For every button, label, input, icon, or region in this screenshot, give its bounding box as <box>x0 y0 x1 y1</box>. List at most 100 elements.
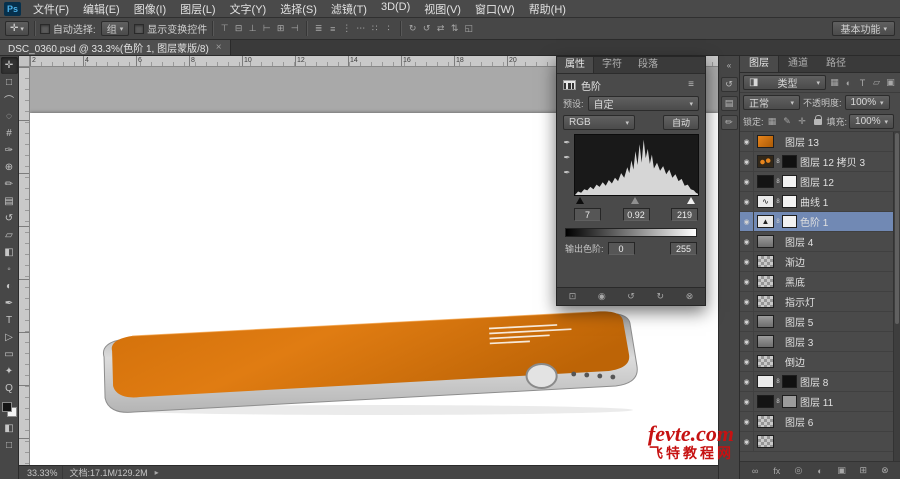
layer-thumbnail[interactable] <box>757 275 774 288</box>
visibility-eye-icon[interactable]: ◉ <box>740 292 754 311</box>
show-transform-option[interactable]: 显示变换控件 <box>134 21 207 36</box>
color-swatches[interactable] <box>2 402 17 417</box>
3d-drag-icon[interactable]: ⇄ <box>434 22 447 35</box>
layer-row[interactable]: ◉ <box>740 432 893 452</box>
layer-row[interactable]: ◉ 倒边 <box>740 352 893 372</box>
align-bottom-edges-icon[interactable]: ⊥ <box>246 22 259 35</box>
visibility-eye-icon[interactable]: ◉ <box>740 132 754 151</box>
workspace-switcher[interactable]: 基本功能 ▾ <box>832 21 895 36</box>
show-transform-checkbox[interactable] <box>134 24 144 34</box>
new-group-icon[interactable]: ▣ <box>835 464 848 477</box>
visibility-eye-icon[interactable]: ◉ <box>740 272 754 291</box>
layer-row[interactable]: ◉ 图层 6 <box>740 412 893 432</box>
layer-styles-icon[interactable]: fx <box>770 464 783 477</box>
visibility-eye-icon[interactable]: ◉ <box>740 172 754 191</box>
gray-point-eyedropper-icon[interactable]: ✒ <box>564 154 571 162</box>
filter-shape-layers-icon[interactable]: ▱ <box>870 76 883 89</box>
visibility-eye-icon[interactable]: ◉ <box>740 372 754 391</box>
status-menu-arrow-icon[interactable]: ▸ <box>155 468 159 477</box>
layer-row[interactable]: ◉ 渐边 <box>740 252 893 272</box>
align-left-edges-icon[interactable]: ⊢ <box>260 22 273 35</box>
layer-row[interactable]: ◉ 8 图层 8 <box>740 372 893 392</box>
brush-panel-icon[interactable]: ✏ <box>721 115 738 130</box>
reset-adjustment-icon[interactable]: ↻ <box>654 290 667 303</box>
new-adjustment-layer-icon[interactable]: ◐ <box>814 464 827 477</box>
eyedropper-tool[interactable]: ✑ <box>1 142 18 159</box>
quick-selection-tool[interactable]: ◌ <box>1 108 18 125</box>
filter-smart-objects-icon[interactable]: ▣ <box>884 76 897 89</box>
highlight-input-value[interactable]: 219 <box>671 208 698 221</box>
ruler-corner[interactable] <box>19 56 30 67</box>
type-tool[interactable]: T <box>1 312 18 329</box>
view-previous-state-icon[interactable]: ↺ <box>625 290 638 303</box>
distribute-vertical-centers-icon[interactable]: ≡ <box>326 22 339 35</box>
layer-mask-thumbnail[interactable] <box>782 195 797 208</box>
layer-thumbnail[interactable] <box>757 395 774 408</box>
filter-type-layers-icon[interactable]: T <box>856 76 869 89</box>
visibility-eye-icon[interactable]: ◉ <box>740 392 754 411</box>
tool-preset-dropdown[interactable]: ✛ ▾ <box>5 21 29 36</box>
menu-item[interactable]: 文件(F) <box>26 0 76 18</box>
layer-row[interactable]: ◉ 图层 5 <box>740 312 893 332</box>
layer-thumbnail[interactable] <box>757 175 774 188</box>
filter-adjustment-layers-icon[interactable]: ◐ <box>842 76 855 89</box>
layer-thumbnail[interactable] <box>757 375 774 388</box>
menu-item[interactable]: 文字(Y) <box>223 0 274 18</box>
output-low-value[interactable]: 0 <box>608 242 635 255</box>
layer-thumbnail[interactable]: ∿ <box>757 195 774 208</box>
menu-item[interactable]: 图层(L) <box>173 0 222 18</box>
midtone-input-slider[interactable] <box>631 197 639 204</box>
healing-brush-tool[interactable]: ⊕ <box>1 159 18 176</box>
auto-select-option[interactable]: 自动选择: <box>40 21 96 36</box>
zoom-tool[interactable]: Q <box>1 380 18 397</box>
layer-row[interactable]: ◉ 图层 3 <box>740 332 893 352</box>
layer-thumbnail[interactable] <box>757 435 774 448</box>
layer-thumbnail[interactable] <box>757 315 774 328</box>
channel-dropdown[interactable]: RGB ▾ <box>563 115 635 130</box>
layer-mask-thumbnail[interactable] <box>782 215 797 228</box>
blur-tool[interactable]: ◦ <box>1 261 18 278</box>
align-top-edges-icon[interactable]: ⊤ <box>218 22 231 35</box>
visibility-eye-icon[interactable]: ◉ <box>740 412 754 431</box>
auto-select-target-dropdown[interactable]: 组 ▾ <box>101 21 130 36</box>
layer-row[interactable]: ◉ ▲ 8 色阶 1 <box>740 212 893 232</box>
add-layer-mask-icon[interactable]: ◎ <box>792 464 805 477</box>
layer-row[interactable]: ◉ 8 图层 12 拷贝 3 <box>740 152 893 172</box>
visibility-eye-icon[interactable]: ◉ <box>740 192 754 211</box>
layer-filter-type-dropdown[interactable]: ◨ 类型 ▾ <box>743 75 826 90</box>
brush-tool[interactable]: ✏ <box>1 176 18 193</box>
visibility-eye-icon[interactable]: ◉ <box>740 212 754 231</box>
3d-rotate-icon[interactable]: ↻ <box>406 22 419 35</box>
layer-thumbnail[interactable] <box>757 355 774 368</box>
visibility-eye-icon[interactable]: ◉ <box>740 352 754 371</box>
menu-item[interactable]: 3D(D) <box>374 0 417 18</box>
midtone-input-value[interactable]: 0.92 <box>623 208 650 221</box>
output-high-value[interactable]: 255 <box>670 242 697 255</box>
clone-stamp-tool[interactable]: ▤ <box>1 193 18 210</box>
preset-dropdown[interactable]: 自定 ▾ <box>588 96 699 111</box>
path-selection-tool[interactable]: ▷ <box>1 329 18 346</box>
eraser-tool[interactable]: ▱ <box>1 227 18 244</box>
layer-mask-thumbnail[interactable] <box>782 175 797 188</box>
layer-mask-thumbnail[interactable] <box>782 395 797 408</box>
fill-dropdown[interactable]: 100% ▾ <box>849 114 894 129</box>
distribute-horizontal-centers-icon[interactable]: ∷ <box>368 22 381 35</box>
visibility-eye-icon[interactable]: ◉ <box>740 152 754 171</box>
hand-tool[interactable]: ✦ <box>1 363 18 380</box>
pen-tool[interactable]: ✒ <box>1 295 18 312</box>
dodge-tool[interactable]: ◐ <box>1 278 18 295</box>
panel-tab[interactable]: 字符 <box>594 57 630 73</box>
lock-transparent-pixels-icon[interactable]: ▦ <box>766 115 779 128</box>
zoom-level[interactable]: 33.33% <box>23 466 63 479</box>
panel-tab[interactable]: 图层 <box>740 56 779 72</box>
layers-scrollbar[interactable] <box>893 132 900 461</box>
blend-mode-dropdown[interactable]: 正常 ▾ <box>743 95 800 110</box>
shadow-input-value[interactable]: 7 <box>574 208 601 221</box>
crop-tool[interactable]: # <box>1 125 18 142</box>
distribute-top-edges-icon[interactable]: ≣ <box>312 22 325 35</box>
3d-roll-icon[interactable]: ↺ <box>420 22 433 35</box>
delete-layer-icon[interactable]: ⊗ <box>878 464 891 477</box>
layer-thumbnail[interactable] <box>757 255 774 268</box>
layer-row[interactable]: ◉ ∿ 8 曲线 1 <box>740 192 893 212</box>
new-layer-icon[interactable]: ⊞ <box>857 464 870 477</box>
